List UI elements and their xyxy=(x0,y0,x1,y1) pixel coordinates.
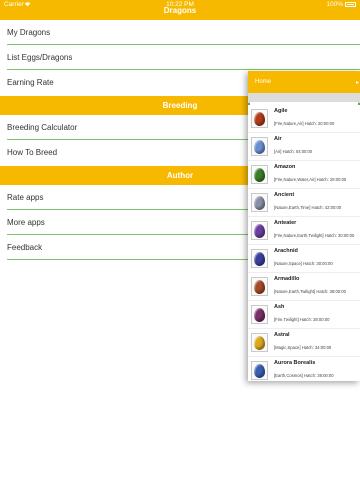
search-bar xyxy=(248,93,360,110)
dragon-name: Armadillo xyxy=(274,276,300,282)
egg-icon xyxy=(254,307,265,322)
dragon-description: [Fire,Twilight] Hatch: 28:00:00 xyxy=(274,317,330,322)
egg-thumbnail xyxy=(251,333,268,352)
popover-nav-edge-icon: ▸ xyxy=(356,80,360,86)
dragon-name: Ash xyxy=(274,304,285,310)
egg-thumbnail xyxy=(251,221,268,240)
list-item[interactable]: Arachnid [Nature,Space] Hatch: 30:00:00 xyxy=(248,245,360,273)
egg-thumbnail xyxy=(251,249,268,268)
list-item[interactable]: Armadillo [Nature,Earth,Twilight] Hatch:… xyxy=(248,273,360,301)
menu-item-list-eggs-dragons[interactable]: List Eggs/Dragons xyxy=(0,45,360,70)
dragon-description: [Nature,Earth,Twilight] Hatch: 38:00:00 xyxy=(274,289,346,294)
menu-item-label: Breeding Calculator xyxy=(7,123,78,132)
menu-item-label: Rate apps xyxy=(7,193,44,202)
egg-thumbnail xyxy=(251,109,268,128)
egg-icon xyxy=(254,139,265,154)
dragon-description: [Earth,Cosmos] Hatch: 38:00:00 xyxy=(274,373,334,378)
dragon-name: Astral xyxy=(274,332,290,338)
egg-icon xyxy=(254,167,265,182)
egg-icon xyxy=(254,363,265,378)
menu-item-label: My Dragons xyxy=(7,28,51,37)
menu-item-label: Earning Rate xyxy=(7,78,54,87)
egg-icon xyxy=(254,335,265,350)
list-item[interactable]: Aurora Borealis [Earth,Cosmos] Hatch: 38… xyxy=(248,357,360,381)
egg-icon xyxy=(254,279,265,294)
menu-item-label: More apps xyxy=(7,218,45,227)
egg-icon xyxy=(254,111,265,126)
dragon-name: Air xyxy=(274,136,282,142)
dragon-description: [Fire,Nature,Earth,Twilight] Hatch: 30:0… xyxy=(274,233,355,238)
egg-icon xyxy=(254,223,265,238)
list-item[interactable]: Air [Air] Hatch: 04:00:00 xyxy=(248,133,360,161)
home-button[interactable]: Home xyxy=(255,79,271,85)
egg-thumbnail xyxy=(251,305,268,324)
dragon-description: [Fire,Nature,Air] Hatch: 20:00:00 xyxy=(274,121,335,126)
dragon-name: Agile xyxy=(274,108,288,114)
egg-icon xyxy=(254,195,265,210)
list-item[interactable]: Ash [Fire,Twilight] Hatch: 28:00:00 xyxy=(248,301,360,329)
dragon-name: Ancient xyxy=(274,192,295,198)
menu-item-label: List Eggs/Dragons xyxy=(7,53,73,62)
menu-item-label: Feedback xyxy=(7,243,43,252)
dragon-list-popover: Home ▸ Agile [Fire,Nature,Air] Hatch: 20… xyxy=(248,71,360,381)
menu-item-my-dragons[interactable]: My Dragons xyxy=(0,20,360,45)
egg-thumbnail xyxy=(251,361,268,380)
dragon-description: [Magic,Space] Hatch: 34:00:00 xyxy=(274,345,332,350)
nav-bar: Dragons xyxy=(0,6,360,20)
list-item[interactable]: Anteater [Fire,Nature,Earth,Twilight] Ha… xyxy=(248,217,360,245)
dragon-list: Agile [Fire,Nature,Air] Hatch: 20:00:00 … xyxy=(248,105,360,381)
dragon-description: [Nature,Space] Hatch: 30:00:00 xyxy=(274,261,333,266)
egg-thumbnail xyxy=(251,277,268,296)
popover-nav-bar: Home ▸ xyxy=(248,71,360,93)
dragon-description: [Fire,Nature,Water,Air] Hatch: 28:00:00 xyxy=(274,177,347,182)
egg-thumbnail xyxy=(251,137,268,156)
dragon-name: Anteater xyxy=(274,220,297,226)
dragon-name: Amazon xyxy=(274,164,296,170)
list-item[interactable]: Astral [Magic,Space] Hatch: 34:00:00 xyxy=(248,329,360,357)
dragon-name: Arachnid xyxy=(274,248,298,254)
list-item[interactable]: Amazon [Fire,Nature,Water,Air] Hatch: 28… xyxy=(248,161,360,189)
dragon-name: Aurora Borealis xyxy=(274,360,316,366)
egg-thumbnail xyxy=(251,165,268,184)
menu-item-label: How To Breed xyxy=(7,148,58,157)
page-title: Dragons xyxy=(163,6,197,15)
dragon-description: [Nature,Earth,Time] Hatch: 42:00:00 xyxy=(274,205,342,210)
dragon-description: [Air] Hatch: 04:00:00 xyxy=(274,149,313,154)
egg-icon xyxy=(254,251,265,266)
list-item[interactable]: Agile [Fire,Nature,Air] Hatch: 20:00:00 xyxy=(248,105,360,133)
list-item[interactable]: Ancient [Nature,Earth,Time] Hatch: 42:00… xyxy=(248,189,360,217)
egg-thumbnail xyxy=(251,193,268,212)
